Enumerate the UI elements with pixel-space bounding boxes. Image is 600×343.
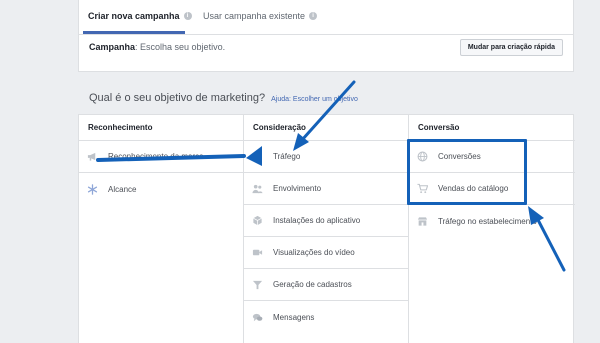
objective-label: Instalações do aplicativo (273, 216, 361, 225)
objective-traffic[interactable]: Tráfego (244, 141, 408, 173)
question-text: Qual é o seu objetivo de marketing? (89, 92, 266, 104)
campaign-label: Campanha (89, 42, 136, 52)
cart-icon (417, 183, 428, 194)
active-tab-indicator (83, 31, 185, 34)
objective-label: Tráfego no estabelecimento (438, 216, 537, 226)
column-header: Consideração (244, 115, 408, 141)
snowflake-icon (87, 183, 98, 195)
video-icon (252, 247, 263, 258)
help-link[interactable]: Ajuda: Escolher um objetivo (271, 96, 358, 103)
store-icon (417, 216, 428, 227)
campaign-tabs: Criar nova campanha i Usar campanha exis… (79, 0, 573, 35)
objective-conversions[interactable]: Conversões (409, 141, 575, 173)
campaign-card: Criar nova campanha i Usar campanha exis… (78, 0, 574, 72)
objective-label: Mensagens (273, 312, 315, 322)
funnel-icon (252, 279, 263, 290)
campaign-text: : Escolha seu objetivo. (135, 42, 226, 52)
tab-create-campaign[interactable]: Criar nova campanha i (88, 9, 192, 23)
objective-label: Visualizações do vídeo (273, 248, 355, 257)
tab-label: Criar nova campanha (88, 11, 180, 21)
objective-label: Tráfego (273, 152, 301, 161)
people-icon (252, 183, 263, 194)
objective-brand-awareness[interactable]: Reconhecimento da marca (79, 141, 243, 173)
column-header: Reconhecimento (79, 115, 243, 141)
objective-question: Qual é o seu objetivo de marketing? Ajud… (89, 92, 358, 104)
campaign-row: Campanha: Escolha seu objetivo. (89, 42, 225, 52)
column-awareness: Reconhecimento Reconhecimento da marca A… (79, 115, 244, 343)
objective-lead-generation[interactable]: Geração de cadastros (244, 269, 408, 301)
globe-icon (417, 151, 428, 162)
info-icon[interactable]: i (183, 12, 192, 20)
column-header: Conversão (409, 115, 575, 141)
objective-messages[interactable]: Mensagens (244, 301, 408, 333)
objectives-grid: Reconhecimento Reconhecimento da marca A… (78, 114, 575, 343)
objective-engagement[interactable]: Envolvimento (244, 173, 408, 205)
megaphone-icon (87, 151, 98, 162)
objective-label: Envolvimento (273, 184, 322, 193)
objective-label: Geração de cadastros (273, 280, 352, 289)
objective-label: Reconhecimento da marca (108, 152, 204, 161)
objective-catalog-sales[interactable]: Vendas do catálogo (409, 173, 575, 205)
objective-video-views[interactable]: Visualizações do vídeo (244, 237, 408, 269)
box-icon (252, 215, 263, 226)
quick-create-button[interactable]: Mudar para criação rápida (459, 39, 563, 56)
objective-app-installs[interactable]: Instalações do aplicativo (244, 205, 408, 237)
objective-label: Vendas do catálogo (438, 184, 509, 193)
tab-existing-campaign[interactable]: Usar campanha existente i (203, 9, 318, 23)
column-consideration: Consideração Tráfego Envolvimento Instal… (244, 115, 409, 343)
objective-store-traffic[interactable]: Tráfego no estabelecimento (409, 205, 575, 237)
tab-label: Usar campanha existente (203, 11, 306, 21)
column-conversion: Conversão Conversões Vendas do catálogo … (409, 115, 575, 343)
objective-label: Alcance (108, 184, 137, 194)
objective-reach[interactable]: Alcance (79, 173, 243, 205)
cursor-icon (252, 151, 263, 162)
info-icon[interactable]: i (309, 12, 318, 20)
objective-label: Conversões (438, 152, 481, 161)
chat-icon (252, 312, 263, 323)
